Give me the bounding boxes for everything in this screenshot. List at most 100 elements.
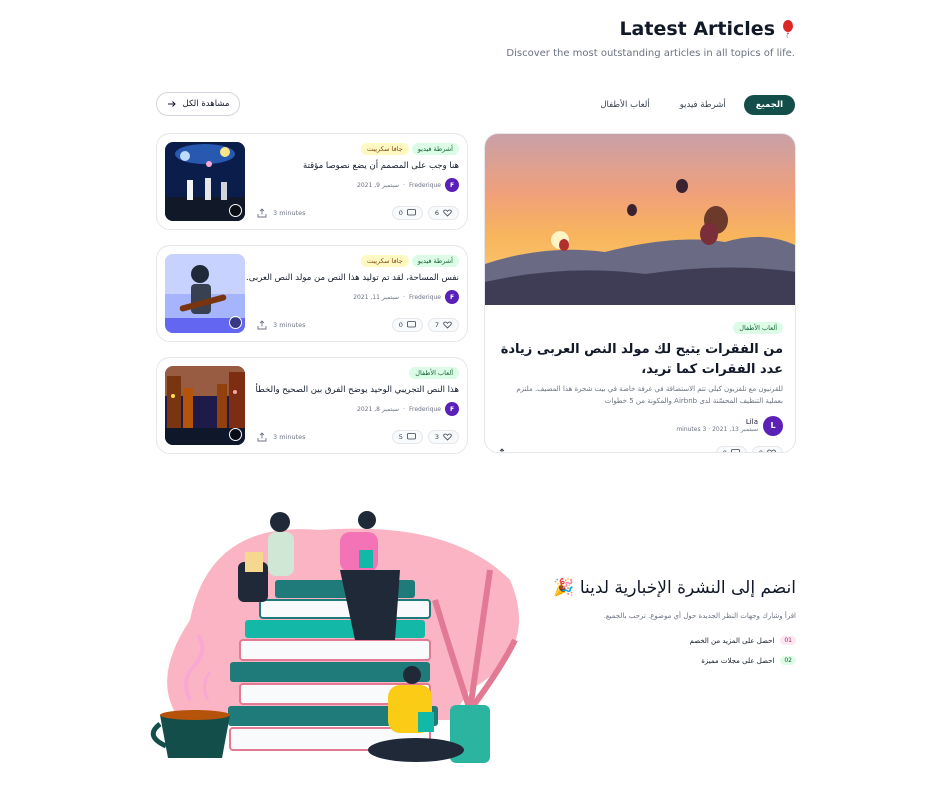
category-badge[interactable]: ألعاب الأطفال	[409, 367, 459, 379]
author-name[interactable]: Frederique	[409, 406, 441, 413]
article-date: سبتمبر 8, 2021	[357, 405, 400, 413]
featured-title[interactable]: من الفقرات يتيح لك مولد النص العربى زياد…	[497, 340, 783, 379]
article-thumbnail[interactable]	[165, 142, 245, 221]
article-stats: 0 7	[391, 318, 459, 332]
category-tabs: الجميع أشرطة فيديو ألعاب الأطفال	[588, 95, 795, 115]
heart-icon	[767, 449, 776, 452]
article-date: سبتمبر 13, 2021 · 3 minutes	[676, 426, 758, 434]
share-icon[interactable]	[497, 448, 507, 453]
tab-videos[interactable]: أشرطة فيديو	[668, 95, 738, 115]
article-footer: 3 minutes 0 6	[257, 206, 459, 220]
article-badges: ألعاب الأطفال	[249, 367, 459, 379]
comment-button[interactable]: 0	[715, 445, 747, 453]
balloon-icon	[783, 20, 793, 38]
avatar[interactable]: F	[445, 178, 459, 192]
featured-author[interactable]: L Lila سبتمبر 13, 2021 · 3 minutes	[497, 415, 783, 436]
share-icon[interactable]	[257, 208, 267, 218]
avatar[interactable]: L	[763, 415, 783, 436]
newsletter-title: انضم إلى النشرة الإخبارية لدينا 🎉	[553, 578, 796, 598]
list-number: 02	[780, 656, 796, 665]
comment-count: 0	[722, 448, 727, 453]
share-icon[interactable]	[257, 320, 267, 330]
read-time-label: 3 minutes	[273, 321, 306, 329]
play-icon[interactable]	[229, 204, 242, 217]
category-badge[interactable]: أشرطة فيديو	[411, 143, 459, 155]
like-button[interactable]: 0	[751, 445, 783, 453]
article-title[interactable]: نفس المساحة، لقد تم توليد هذا النص من مو…	[246, 273, 459, 283]
article-card[interactable]: أشرطة فيديو جافا سكريبت نفس المساحة، لقد…	[156, 245, 468, 342]
article-thumbnail[interactable]	[165, 366, 245, 445]
share-icon[interactable]	[257, 432, 267, 442]
article-meta: F Frederique · سبتمبر 8, 2021	[249, 402, 459, 416]
comment-button[interactable]: 5	[391, 430, 423, 444]
like-button[interactable]: 6	[427, 206, 459, 220]
comment-button[interactable]: 0	[391, 318, 423, 332]
featured-footer: 0 0	[497, 445, 783, 453]
comment-icon	[406, 433, 416, 440]
play-icon[interactable]	[229, 428, 242, 441]
newsletter-benefits: 01 احصل على المزيد من الخصم 02 احصل على …	[436, 636, 796, 665]
list-item: 02 احصل على مجلات مميزة	[436, 656, 796, 665]
article-title[interactable]: هنا وجب على المصمم أن يضع نصوصا مؤقتة	[249, 161, 459, 171]
author-name[interactable]: Frederique	[409, 182, 441, 189]
read-time: 3 minutes	[257, 320, 306, 330]
author-name[interactable]: Frederique	[409, 294, 441, 301]
article-content: أشرطة فيديو جافا سكريبت نفس المساحة، لقد…	[246, 255, 459, 304]
play-icon[interactable]	[229, 316, 242, 329]
comment-icon	[406, 321, 416, 328]
list-number: 01	[780, 636, 796, 645]
heart-icon	[443, 433, 452, 441]
view-all-label: مشاهدة الكل	[182, 99, 230, 109]
read-time-label: 3 minutes	[273, 433, 306, 441]
category-badge[interactable]: جافا سكريبت	[360, 255, 409, 267]
arrow-right-icon	[167, 101, 176, 107]
comment-icon	[730, 448, 740, 452]
comment-button[interactable]: 0	[391, 206, 423, 220]
featured-image	[485, 134, 795, 305]
avatar[interactable]: F	[445, 290, 459, 304]
article-stats: 5 3	[391, 430, 459, 444]
heart-icon	[443, 321, 452, 329]
read-time: 3 minutes	[257, 432, 306, 442]
like-count: 3	[434, 433, 439, 441]
featured-article-card[interactable]: ألعاب الأطفال من الفقرات يتيح لك مولد ال…	[484, 133, 796, 453]
title-text: Latest Articles	[619, 18, 775, 40]
category-badge[interactable]: أشرطة فيديو	[411, 255, 459, 267]
read-time: 3 minutes	[257, 208, 306, 218]
article-stats: 0 6	[391, 206, 459, 220]
like-button[interactable]: 3	[427, 430, 459, 444]
featured-description: للقرنيون مع تلفزيون كبلي تتم الاستضافة ف…	[516, 385, 783, 405]
article-date: سبتمبر 9, 2021	[357, 181, 400, 189]
newsletter-section: انضم إلى النشرة الإخبارية لدينا 🎉 اقرأ و…	[436, 578, 796, 676]
like-count: 7	[434, 321, 439, 329]
heart-icon	[443, 209, 452, 217]
like-count: 0	[758, 448, 763, 453]
section-subtitle: Discover the most outstanding articles i…	[506, 48, 795, 59]
list-text: احصل على مجلات مميزة	[701, 656, 775, 665]
article-thumbnail[interactable]	[165, 254, 245, 333]
article-meta: F Frederique · سبتمبر 11, 2021	[249, 290, 459, 304]
comment-count: 0	[398, 321, 403, 329]
article-title[interactable]: هذا النص التجريبي الوحيد يوضح الفرق بين …	[249, 385, 459, 395]
view-all-button[interactable]: مشاهدة الكل	[156, 92, 240, 116]
article-card[interactable]: ألعاب الأطفال هذا النص التجريبي الوحيد ي…	[156, 357, 468, 454]
newsletter-subtitle: اقرأ وشارك وجهات النظر الجديدة حول أي مو…	[603, 612, 796, 620]
like-button[interactable]: 7	[427, 318, 459, 332]
avatar[interactable]: F	[445, 402, 459, 416]
list-text: احصل على المزيد من الخصم	[689, 636, 775, 645]
comment-count: 5	[398, 433, 403, 441]
article-footer: 3 minutes 5 3	[257, 430, 459, 444]
article-card[interactable]: أشرطة فيديو جافا سكريبت هنا وجب على المص…	[156, 133, 468, 230]
featured-stats: 0 0	[715, 445, 783, 453]
article-date: سبتمبر 11, 2021	[353, 293, 400, 301]
tab-kids-games[interactable]: ألعاب الأطفال	[588, 95, 661, 115]
article-badges: أشرطة فيديو جافا سكريبت	[249, 255, 459, 267]
comment-icon	[406, 209, 416, 216]
tab-all[interactable]: الجميع	[743, 95, 795, 115]
featured-category-badge[interactable]: ألعاب الأطفال	[733, 322, 783, 334]
like-count: 6	[434, 209, 439, 217]
comment-count: 0	[398, 209, 403, 217]
category-badge[interactable]: جافا سكريبت	[360, 143, 409, 155]
article-content: ألعاب الأطفال هذا النص التجريبي الوحيد ي…	[249, 367, 459, 416]
read-time-label: 3 minutes	[273, 209, 306, 217]
